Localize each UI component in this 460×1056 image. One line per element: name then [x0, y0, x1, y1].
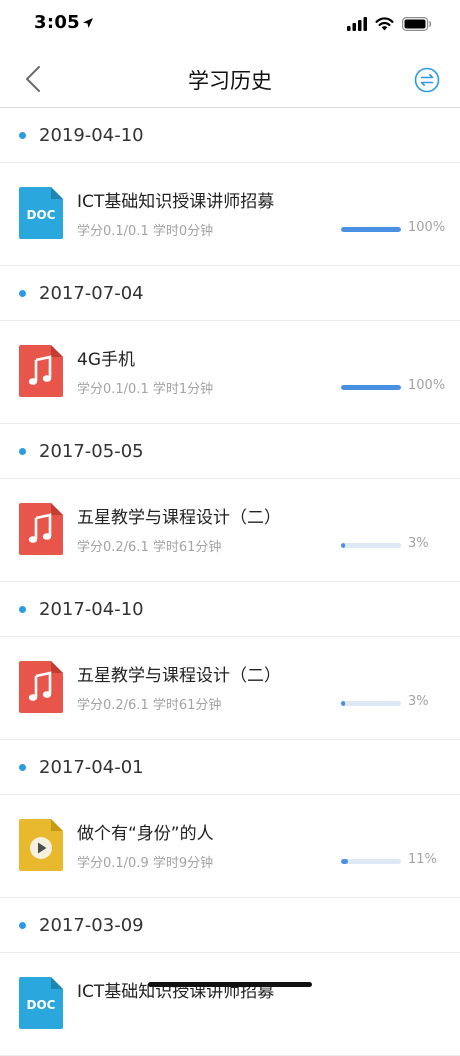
music-note-icon — [19, 661, 63, 713]
nav-bar: 学习历史 — [0, 50, 460, 108]
date-dot — [19, 922, 26, 929]
date-text: 2019-04-10 — [39, 125, 144, 146]
swap-arrows-icon — [414, 67, 440, 93]
signal-icon — [347, 17, 367, 31]
item-title: ICT基础知识授课讲师招募 — [77, 982, 275, 1002]
progress-percent: 3% — [408, 536, 429, 551]
progress-percent: 3% — [408, 694, 429, 709]
progress-fill — [341, 227, 401, 232]
history-item[interactable]: 五星教学与课程设计（二） 学分0.2/6.1 学时61分钟 3% — [0, 637, 460, 740]
play-icon — [19, 819, 63, 871]
history-item[interactable]: 4G手机 学分0.1/0.1 学时1分钟 100% — [0, 321, 460, 424]
history-item[interactable]: DOC ICT基础知识授课讲师招募 — [0, 953, 460, 1056]
progress-fill — [341, 859, 348, 864]
item-meta: 学分0.1/0.9 学时9分钟 — [77, 856, 214, 871]
page-title: 学习历史 — [188, 69, 272, 93]
progress-bar — [341, 701, 401, 706]
progress-percent: 100% — [408, 220, 446, 235]
date-dot — [19, 448, 26, 455]
progress-fill — [341, 701, 345, 706]
progress-bar — [341, 859, 401, 864]
date-text: 2017-03-09 — [39, 915, 144, 936]
item-title: 4G手机 — [77, 350, 135, 370]
progress-fill — [341, 543, 345, 548]
item-title: 五星教学与课程设计（二） — [77, 666, 281, 686]
date-header: 2017-07-04 — [0, 266, 460, 321]
location-arrow-icon — [83, 18, 93, 28]
switch-button[interactable] — [414, 67, 440, 93]
date-text: 2017-05-05 — [39, 441, 144, 462]
doc-file-icon: DOC — [19, 187, 63, 239]
item-title: 做个有“身份”的人 — [77, 824, 214, 844]
wifi-icon — [375, 17, 394, 31]
item-meta: 学分0.2/6.1 学时61分钟 — [77, 540, 222, 555]
doc-icon-label: DOC — [27, 998, 56, 1012]
date-dot — [19, 764, 26, 771]
item-meta: 学分0.1/0.1 学时0分钟 — [77, 224, 214, 239]
music-note-icon — [19, 345, 63, 397]
date-text: 2017-04-10 — [39, 599, 144, 620]
date-header: 2017-04-10 — [0, 582, 460, 637]
status-time: 3:05 — [34, 12, 80, 33]
date-header: 2017-03-09 — [0, 898, 460, 953]
status-bar: 3:05 — [0, 0, 460, 50]
date-dot — [19, 132, 26, 139]
history-item[interactable]: 五星教学与课程设计（二） 学分0.2/6.1 学时61分钟 3% — [0, 479, 460, 582]
progress-percent: 100% — [408, 378, 446, 393]
date-dot — [19, 290, 26, 297]
progress-bar — [341, 227, 401, 232]
history-list: 2019-04-10 DOC ICT基础知识授课讲师招募 学分0.1/0.1 学… — [0, 108, 460, 1056]
date-text: 2017-07-04 — [39, 283, 144, 304]
date-header: 2019-04-10 — [0, 108, 460, 163]
date-header: 2017-05-05 — [0, 424, 460, 479]
date-text: 2017-04-01 — [39, 757, 144, 778]
progress-fill — [341, 385, 401, 390]
item-title: ICT基础知识授课讲师招募 — [77, 192, 275, 212]
date-dot — [19, 606, 26, 613]
doc-icon-label: DOC — [27, 208, 56, 222]
item-meta: 学分0.1/0.1 学时1分钟 — [77, 382, 214, 397]
battery-icon — [402, 17, 432, 31]
history-item[interactable]: 做个有“身份”的人 学分0.1/0.9 学时9分钟 11% — [0, 795, 460, 898]
history-item[interactable]: DOC ICT基础知识授课讲师招募 学分0.1/0.1 学时0分钟 100% — [0, 163, 460, 266]
home-indicator — [148, 982, 312, 987]
doc-file-icon: DOC — [19, 977, 63, 1029]
music-note-icon — [19, 503, 63, 555]
progress-bar — [341, 385, 401, 390]
item-title: 五星教学与课程设计（二） — [77, 508, 281, 528]
date-header: 2017-04-01 — [0, 740, 460, 795]
progress-bar — [341, 543, 401, 548]
item-meta: 学分0.2/6.1 学时61分钟 — [77, 698, 222, 713]
progress-percent: 11% — [408, 852, 437, 867]
